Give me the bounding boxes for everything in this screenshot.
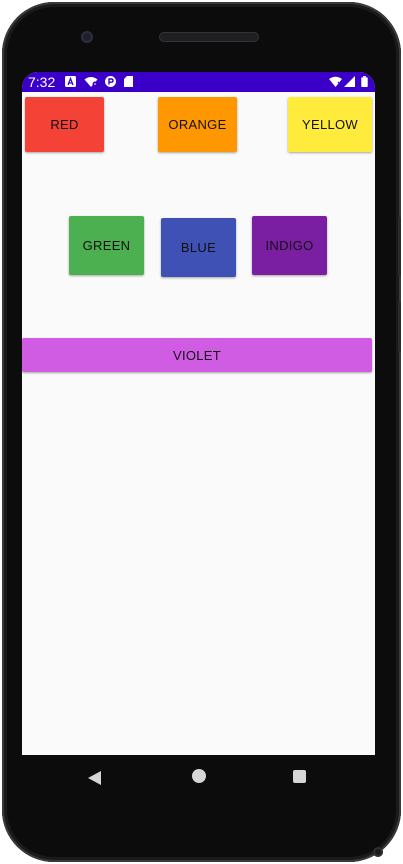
a-icon bbox=[65, 76, 76, 87]
blue-button[interactable]: BLUE bbox=[161, 218, 236, 277]
volume-button bbox=[398, 217, 401, 277]
wifi-off-icon bbox=[84, 77, 98, 87]
sd-card-icon bbox=[124, 76, 133, 87]
status-bar: 7:32 bbox=[22, 72, 375, 92]
orange-button[interactable]: ORANGE bbox=[158, 97, 237, 152]
content-area: RED ORANGE YELLOW GREEN BLUE INDIGO VIOL… bbox=[22, 92, 375, 755]
home-icon[interactable] bbox=[192, 769, 206, 783]
violet-button[interactable]: VIOLET bbox=[22, 338, 372, 372]
power-button bbox=[398, 302, 401, 352]
status-time: 7:32 bbox=[28, 74, 56, 90]
earpiece-speaker bbox=[159, 32, 259, 42]
back-icon[interactable] bbox=[88, 771, 101, 785]
recents-icon[interactable] bbox=[293, 770, 306, 783]
yellow-button[interactable]: YELLOW bbox=[288, 97, 372, 152]
battery-icon bbox=[361, 76, 368, 87]
green-button[interactable]: GREEN bbox=[69, 216, 144, 275]
app-screen: 7:32 RED ORANGE YELLOW GREEN BLUE INDIGO… bbox=[22, 72, 375, 755]
wifi-icon bbox=[329, 76, 342, 87]
red-button[interactable]: RED bbox=[25, 97, 104, 152]
front-camera bbox=[81, 31, 93, 43]
p-icon bbox=[105, 76, 116, 87]
signal-icon bbox=[344, 76, 355, 87]
sensor-dot bbox=[373, 847, 383, 857]
indigo-button[interactable]: INDIGO bbox=[252, 216, 327, 275]
